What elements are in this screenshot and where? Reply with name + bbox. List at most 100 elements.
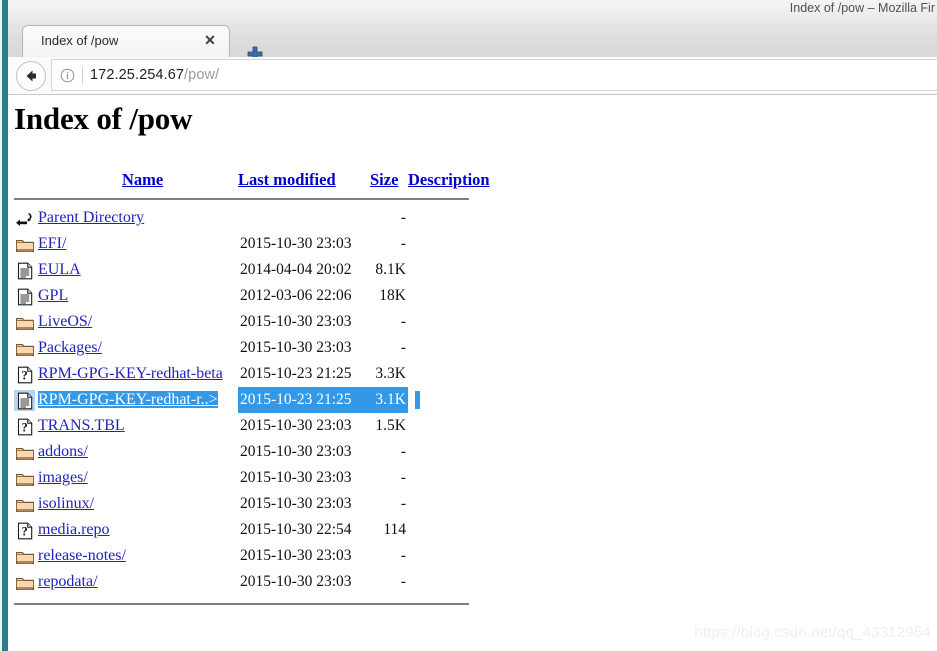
row-name-cell: isolinux/ bbox=[38, 491, 238, 517]
row-last-modified-cell: 2015-10-30 23:03 bbox=[240, 417, 352, 434]
row-size-cell: 3.1K bbox=[370, 387, 408, 413]
table-row: isolinux/2015-10-30 23:03 - bbox=[14, 491, 490, 517]
file-link[interactable]: release-notes/ bbox=[38, 547, 126, 564]
file-link[interactable]: isolinux/ bbox=[38, 495, 94, 512]
row-icon-cell bbox=[14, 387, 38, 413]
row-description-cell bbox=[408, 361, 490, 387]
table-row: ? RPM-GPG-KEY-redhat-beta 2015-10-23 21:25… bbox=[14, 361, 490, 387]
row-description-cell bbox=[408, 439, 490, 465]
row-name-cell: TRANS.TBL bbox=[38, 413, 238, 439]
row-size-cell: - bbox=[400, 443, 406, 460]
row-last-modified-cell: 2015-10-30 22:54 bbox=[240, 521, 352, 538]
row-icon-cell bbox=[14, 257, 38, 283]
desktop-strip-edge bbox=[0, 0, 2, 651]
row-description-cell bbox=[408, 205, 490, 231]
row-icon-cell: ? bbox=[14, 413, 38, 439]
file-link[interactable]: Packages/ bbox=[38, 339, 102, 356]
row-last-modified-cell: 2015-10-23 21:25 bbox=[240, 365, 352, 382]
row-name-cell: repodata/ bbox=[38, 569, 238, 595]
row-last-modified-cell: 2015-10-30 23:03 bbox=[240, 339, 352, 356]
file-link[interactable]: images/ bbox=[38, 469, 88, 486]
horizontal-rule-top bbox=[14, 198, 469, 200]
browser-window: Index of /pow – Mozilla Fir Index of /po… bbox=[0, 0, 937, 651]
file-link[interactable]: LiveOS/ bbox=[38, 313, 92, 330]
close-icon[interactable]: ✕ bbox=[203, 33, 217, 47]
document-icon bbox=[14, 286, 35, 307]
file-link[interactable]: addons/ bbox=[38, 443, 88, 460]
back-arrow-icon[interactable] bbox=[16, 61, 46, 91]
directory-listing-table: Name Last modified Size Description Pare… bbox=[14, 165, 490, 605]
svg-text:?: ? bbox=[21, 420, 27, 434]
header-name-link[interactable]: Name bbox=[122, 170, 163, 189]
row-description-cell bbox=[408, 309, 490, 335]
footer-rule-row bbox=[14, 595, 490, 605]
folder-icon bbox=[14, 234, 35, 255]
row-size-cell: - bbox=[400, 547, 406, 564]
row-icon-cell: ? bbox=[14, 361, 38, 387]
footer-rule-cell bbox=[14, 595, 490, 605]
parent-directory-icon bbox=[14, 208, 35, 229]
header-last-modified-link[interactable]: Last modified bbox=[238, 170, 336, 189]
row-name-cell: GPL bbox=[38, 283, 238, 309]
info-circle-icon[interactable] bbox=[60, 68, 75, 83]
header-size-link[interactable]: Size bbox=[370, 170, 398, 189]
row-last-modified-cell: 2014-04-04 20:02 bbox=[240, 261, 352, 278]
table-row: addons/2015-10-30 23:03 - bbox=[14, 439, 490, 465]
row-description-cell bbox=[408, 543, 490, 569]
row-name-cell: RPM-GPG-KEY-redhat-r..> bbox=[38, 387, 238, 413]
tab-index-of-pow[interactable]: Index of /pow ✕ bbox=[22, 25, 230, 57]
header-description[interactable]: Description bbox=[408, 165, 490, 195]
file-link[interactable]: Parent Directory bbox=[38, 209, 144, 226]
table-row: GPL 2012-03-06 22:06 18K bbox=[14, 283, 490, 309]
folder-icon bbox=[14, 442, 35, 463]
row-icon-cell bbox=[14, 569, 38, 595]
header-icon-spacer bbox=[14, 165, 38, 195]
navigation-toolbar: 172.25.254.67/pow/ bbox=[8, 57, 937, 95]
header-last-modified[interactable]: Last modified bbox=[238, 165, 370, 195]
row-name-cell: Parent Directory bbox=[38, 205, 238, 231]
file-link[interactable]: GPL bbox=[38, 287, 68, 304]
document-icon bbox=[14, 389, 35, 411]
row-description-cell bbox=[408, 335, 490, 361]
row-name-cell: images/ bbox=[38, 465, 238, 491]
document-icon bbox=[14, 260, 35, 281]
row-description-cell bbox=[408, 387, 490, 413]
file-link[interactable]: TRANS.TBL bbox=[38, 417, 125, 434]
folder-icon bbox=[14, 494, 35, 515]
row-icon-cell bbox=[14, 543, 38, 569]
row-icon-cell bbox=[14, 283, 38, 309]
svg-text:?: ? bbox=[21, 524, 27, 538]
file-link[interactable]: EULA bbox=[38, 261, 81, 278]
svg-text:?: ? bbox=[21, 368, 27, 382]
table-row: images/2015-10-30 23:03 - bbox=[14, 465, 490, 491]
table-row: EULA 2014-04-04 20:02 8.1K bbox=[14, 257, 490, 283]
file-link[interactable]: media.repo bbox=[38, 521, 110, 538]
url-bar[interactable]: 172.25.254.67/pow/ bbox=[51, 59, 937, 91]
row-last-modified-cell: 2015-10-30 23:03 bbox=[240, 573, 352, 590]
desktop-left-strip bbox=[0, 0, 8, 651]
row-size-cell: 18K bbox=[379, 287, 406, 304]
row-size-cell: - bbox=[400, 469, 406, 486]
file-link[interactable]: RPM-GPG-KEY-redhat-beta bbox=[38, 365, 223, 382]
file-link[interactable]: RPM-GPG-KEY-redhat-r..> bbox=[38, 391, 218, 408]
header-size[interactable]: Size bbox=[370, 165, 408, 195]
file-link[interactable]: EFI/ bbox=[38, 235, 66, 252]
folder-icon bbox=[14, 546, 35, 567]
row-icon-cell bbox=[14, 309, 38, 335]
row-name-cell: Packages/ bbox=[38, 335, 238, 361]
row-icon-cell bbox=[14, 205, 38, 231]
header-description-link[interactable]: Description bbox=[408, 170, 490, 189]
row-name-cell: release-notes/ bbox=[38, 543, 238, 569]
row-description-cell bbox=[408, 465, 490, 491]
row-icon-cell: ? bbox=[14, 517, 38, 543]
file-link[interactable]: repodata/ bbox=[38, 573, 98, 590]
row-icon-cell bbox=[14, 439, 38, 465]
header-name[interactable]: Name bbox=[38, 165, 238, 195]
page-content: Index of /pow Name Last modified Size De… bbox=[8, 95, 937, 651]
row-name-cell: addons/ bbox=[38, 439, 238, 465]
page-title: Index of /pow bbox=[14, 101, 193, 136]
window-title: Index of /pow – Mozilla Fir bbox=[789, 1, 935, 15]
row-icon-cell bbox=[14, 231, 38, 257]
row-size-cell: 8.1K bbox=[375, 261, 406, 278]
row-description-cell bbox=[408, 257, 490, 283]
